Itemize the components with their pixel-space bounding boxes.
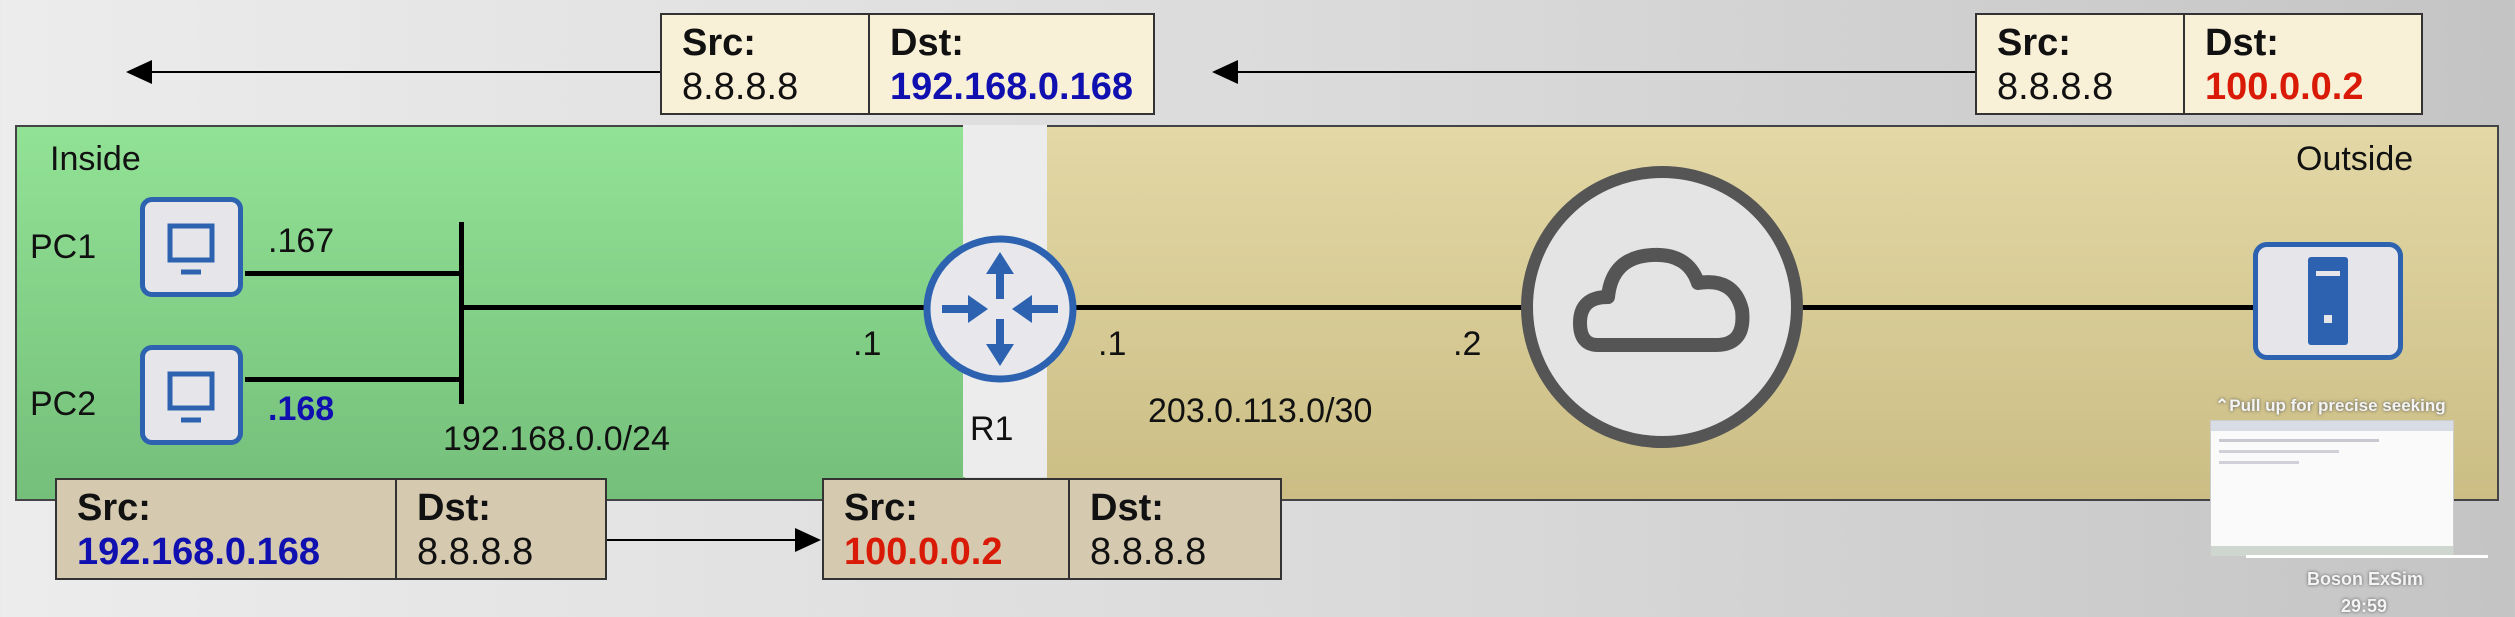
wan-link — [1070, 305, 1530, 310]
packet-top-inside: Src: 8.8.8.8 Dst: 192.168.0.168 — [660, 13, 1156, 115]
router-label: R1 — [970, 410, 1014, 448]
src-label: Src: — [77, 487, 151, 529]
src-value: 8.8.8.8 — [682, 66, 799, 108]
inside-label: Inside — [50, 140, 141, 178]
lan-router-link — [462, 305, 932, 310]
pc2-label: PC2 — [30, 385, 97, 423]
chapter-title: Boson ExSim — [2307, 569, 2424, 589]
lan-bus — [459, 222, 464, 404]
dst-value: 100.0.0.2 — [2205, 66, 2364, 108]
arrow-left-icon — [1212, 60, 1238, 84]
src-value: 8.8.8.8 — [1997, 66, 2114, 108]
return-arrow-outside — [1235, 71, 1975, 73]
dst-value: 192.168.0.168 — [890, 66, 1134, 108]
pc1-icon[interactable] — [140, 197, 243, 297]
internet-server-link — [1800, 305, 2255, 310]
return-arrow-inside — [150, 71, 660, 73]
packet-top-outside: Src: 8.8.8.8 Dst: 100.0.0.2 — [1975, 13, 2423, 115]
src-value: 100.0.0.2 — [844, 531, 1003, 573]
server-icon[interactable] — [2253, 242, 2403, 360]
arrow-right-icon — [795, 528, 821, 552]
seek-hint[interactable]: ⌃Pull up for precise seeking — [2215, 396, 2446, 416]
r1-inside-address: .1 — [853, 325, 882, 363]
pc1-label: PC1 — [30, 228, 97, 266]
pc2-link — [245, 377, 462, 382]
outside-network-label: 203.0.113.0/30 — [1148, 392, 1373, 430]
pc1-address: .167 — [268, 222, 335, 260]
packet-bottom-outside: Src: 100.0.0.2 Dst: 8.8.8.8 — [822, 478, 1282, 580]
src-label: Src: — [844, 487, 918, 529]
outbound-arrow — [607, 539, 797, 541]
src-label: Src: — [682, 22, 756, 64]
arrow-left-icon — [126, 60, 152, 84]
dst-label: Dst: — [417, 487, 491, 529]
internet-cloud-icon[interactable] — [1520, 165, 1804, 454]
dst-value: 8.8.8.8 — [417, 531, 534, 573]
seek-thumbnail[interactable] — [2210, 420, 2454, 557]
dst-value: 8.8.8.8 — [1090, 531, 1207, 573]
seek-hint-text: Pull up for precise seeking — [2229, 396, 2446, 415]
packet-bottom-inside: Src: 192.168.0.168 Dst: 8.8.8.8 — [55, 478, 607, 580]
pc2-icon[interactable] — [140, 345, 243, 445]
isp-address: .2 — [1453, 325, 1482, 363]
double-chevron-up-icon: ⌃ — [2215, 396, 2230, 415]
r1-outside-address: .1 — [1098, 325, 1127, 363]
pc1-link — [245, 271, 462, 276]
src-value: 192.168.0.168 — [77, 531, 321, 573]
seek-bar[interactable] — [2246, 555, 2488, 558]
seek-time: 29:59 — [2341, 596, 2388, 616]
router-icon[interactable] — [922, 234, 1078, 389]
inside-network-label: 192.168.0.0/24 — [443, 420, 670, 458]
dst-label: Dst: — [890, 22, 964, 64]
dst-label: Dst: — [2205, 22, 2279, 64]
outside-label: Outside — [2296, 140, 2414, 178]
src-label: Src: — [1997, 22, 2071, 64]
dst-label: Dst: — [1090, 487, 1164, 529]
pc2-address: .168 — [268, 390, 335, 428]
